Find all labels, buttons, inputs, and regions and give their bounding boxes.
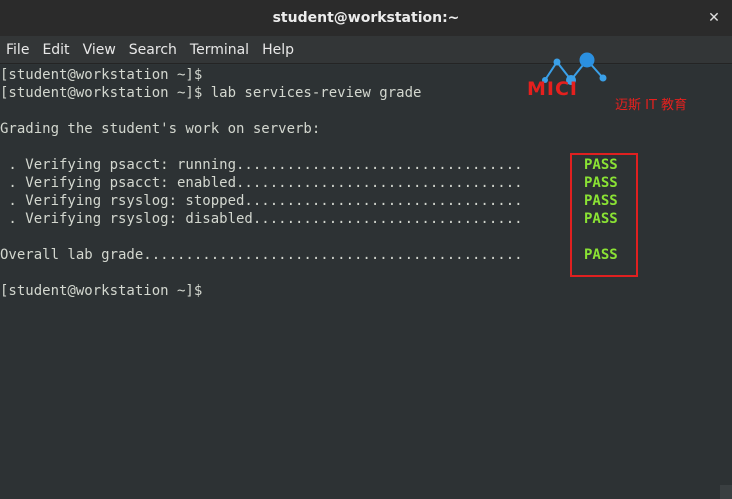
prompt-line: [student@workstation ~]$ <box>0 283 203 299</box>
check-line: . Verifying psacct: enabled.............… <box>0 175 523 191</box>
menu-search[interactable]: Search <box>124 42 185 58</box>
resize-grip[interactable] <box>720 485 732 499</box>
check-line: . Verifying rsyslog: stopped............… <box>0 193 523 209</box>
menu-terminal[interactable]: Terminal <box>185 42 257 58</box>
terminal-window: student@workstation:~ ✕ File Edit View S… <box>0 0 732 499</box>
close-icon[interactable]: ✕ <box>704 8 724 28</box>
terminal-output[interactable]: [student@workstation ~]$ [student@workst… <box>0 65 732 499</box>
logo-brand: MICI <box>527 78 578 100</box>
logo-subtitle: 迈斯 IT 教育 <box>615 98 688 113</box>
title-bar[interactable]: student@workstation:~ ✕ <box>0 0 732 36</box>
check-line: . Verifying psacct: running.............… <box>0 157 523 173</box>
menu-view[interactable]: View <box>78 42 124 58</box>
mici-logo: MICI 迈斯 IT 教育 <box>527 50 707 113</box>
command-line: [student@workstation ~]$ lab services-re… <box>0 85 422 101</box>
window-title: student@workstation:~ <box>272 10 460 26</box>
menu-file[interactable]: File <box>1 42 37 58</box>
check-line: . Verifying rsyslog: disabled...........… <box>0 211 523 227</box>
prompt-line: [student@workstation ~]$ <box>0 67 203 83</box>
highlight-box <box>570 153 638 277</box>
overall-grade-line: Overall lab grade.......................… <box>0 247 523 263</box>
menu-edit[interactable]: Edit <box>37 42 77 58</box>
grading-header: Grading the student's work on serverb: <box>0 121 321 137</box>
menu-help[interactable]: Help <box>257 42 302 58</box>
